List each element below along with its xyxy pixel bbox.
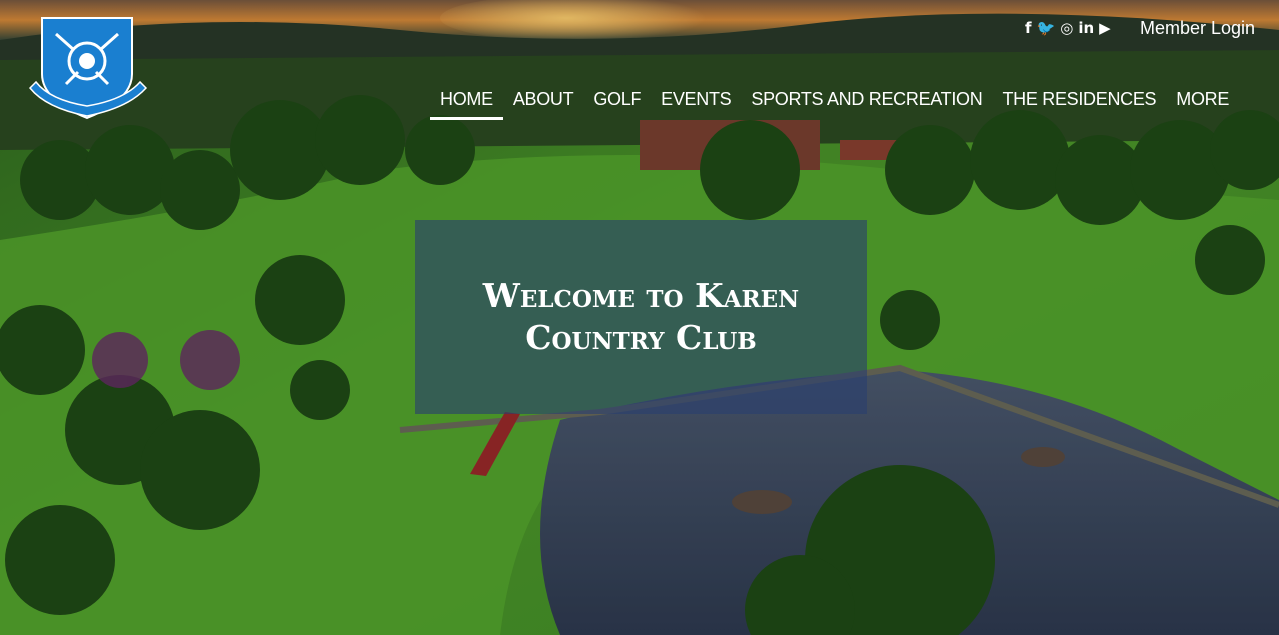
title-line-1: Welcome to Karen xyxy=(482,276,800,315)
nav-item-home[interactable]: HOME xyxy=(430,89,503,120)
karen-country-club-logo[interactable] xyxy=(26,16,150,126)
nav-item-events[interactable]: EVENTS xyxy=(651,89,741,119)
instagram-icon[interactable]: ◎ xyxy=(1060,18,1073,38)
nav-item-more[interactable]: MORE xyxy=(1166,89,1239,119)
welcome-banner: Welcome to Karen Country Club xyxy=(415,220,867,414)
social-links: f 🐦 ◎ in ▶ xyxy=(1025,18,1111,38)
linkedin-icon[interactable]: in xyxy=(1078,18,1094,38)
main-navigation: HOME ABOUT GOLF EVENTS SPORTS AND RECREA… xyxy=(430,89,1239,120)
youtube-icon[interactable]: ▶ xyxy=(1099,18,1111,38)
title-line-2: Country Club xyxy=(525,318,757,357)
twitter-icon[interactable]: 🐦 xyxy=(1037,18,1056,38)
facebook-icon[interactable]: f xyxy=(1025,18,1032,38)
nav-item-about[interactable]: ABOUT xyxy=(503,89,584,119)
page-title: Welcome to Karen Country Club xyxy=(441,275,841,359)
nav-item-sports-and-recreation[interactable]: SPORTS AND RECREATION xyxy=(741,89,992,119)
crest-icon xyxy=(28,17,148,120)
member-login-link[interactable]: Member Login xyxy=(1140,18,1255,39)
nav-item-golf[interactable]: GOLF xyxy=(583,89,651,119)
nav-item-the-residences[interactable]: THE RESIDENCES xyxy=(992,89,1166,119)
